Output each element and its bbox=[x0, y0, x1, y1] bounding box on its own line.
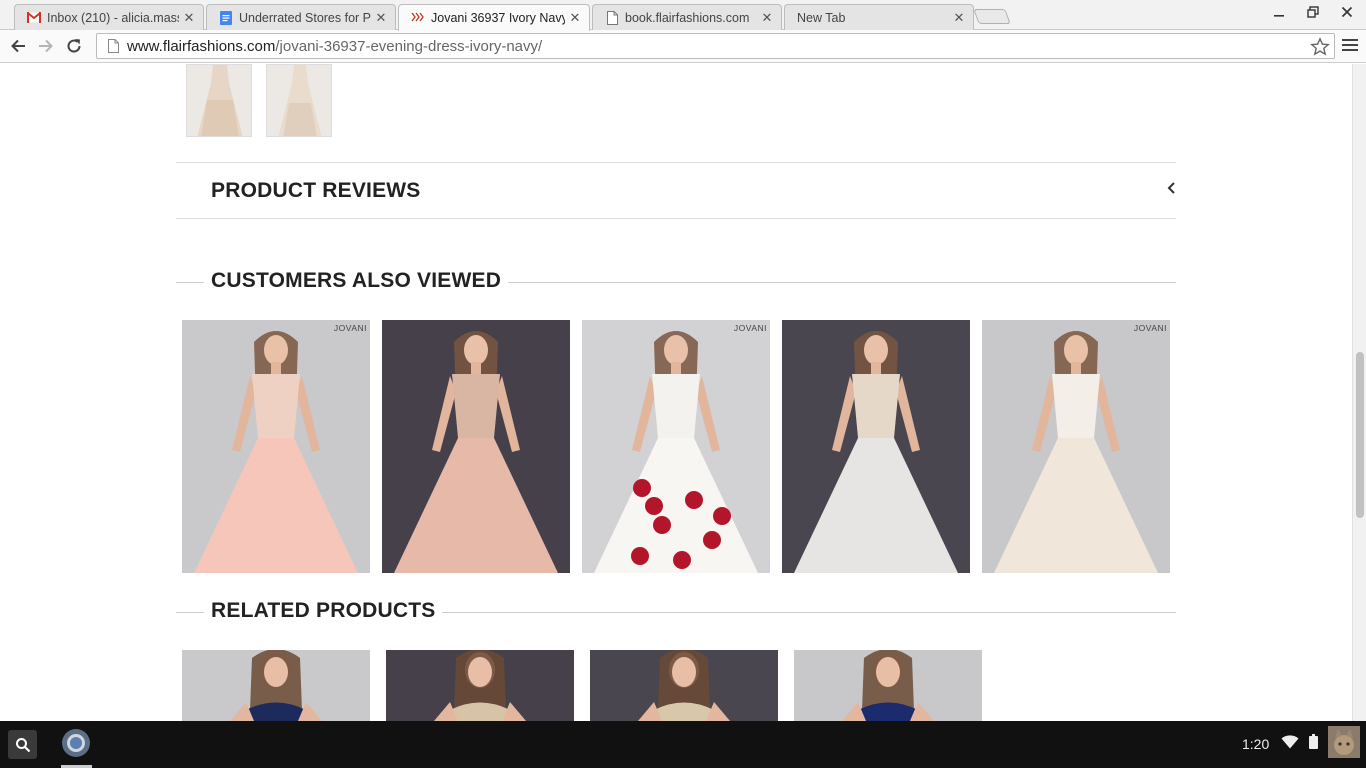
tab-title: book.flairfashions.com bbox=[625, 10, 750, 25]
close-icon[interactable]: ✕ bbox=[761, 10, 773, 26]
tab-gmail[interactable]: Inbox (210) - alicia.mass ✕ bbox=[14, 4, 204, 30]
product-card[interactable] bbox=[782, 320, 970, 573]
page-icon bbox=[105, 38, 121, 54]
url-text: www.flairfashions.com/jovani-36937-eveni… bbox=[127, 38, 542, 55]
back-arrow-icon bbox=[11, 39, 25, 53]
brand-label: JOVANI bbox=[1133, 323, 1167, 333]
clock: 1:20 bbox=[1242, 736, 1270, 752]
wifi-icon bbox=[1281, 734, 1299, 754]
battery-icon bbox=[1309, 734, 1319, 754]
section-title: RELATED PRODUCTS bbox=[204, 599, 443, 623]
reload-icon bbox=[67, 39, 81, 53]
brand-label: JOVANI bbox=[333, 323, 367, 333]
related-product-card[interactable] bbox=[386, 650, 574, 721]
status-tray[interactable]: 1:20 bbox=[1234, 725, 1366, 763]
section-title: CUSTOMERS ALSO VIEWED bbox=[204, 269, 509, 293]
launcher-button[interactable] bbox=[8, 730, 37, 759]
tab-title: New Tab bbox=[797, 10, 846, 25]
chrome-icon[interactable] bbox=[60, 727, 92, 759]
star-icon[interactable] bbox=[1310, 37, 1330, 57]
page-scrollbar[interactable] bbox=[1352, 64, 1366, 721]
docs-icon bbox=[219, 10, 233, 25]
product-card[interactable] bbox=[382, 320, 570, 573]
web-page: PRODUCT REVIEWS CUSTOMERS ALSO VIEWED JO… bbox=[0, 64, 1352, 721]
tab-book[interactable]: book.flairfashions.com ✕ bbox=[592, 4, 782, 30]
reload-button[interactable] bbox=[62, 35, 86, 57]
browser-toolbar: www.flairfashions.com/jovani-36937-eveni… bbox=[0, 30, 1366, 63]
brand-label: JOVANI bbox=[733, 323, 767, 333]
scrollbar-thumb[interactable] bbox=[1356, 352, 1364, 518]
search-icon bbox=[15, 737, 30, 752]
system-shelf: 1:20 bbox=[0, 721, 1366, 768]
tab-title: Inbox (210) - alicia.mass bbox=[47, 10, 179, 25]
related-product-card[interactable] bbox=[794, 650, 982, 721]
maximize-button[interactable] bbox=[1298, 5, 1328, 21]
url-host: www.flairfashions.com bbox=[127, 37, 276, 55]
avatar[interactable] bbox=[1328, 725, 1361, 763]
tab-docs[interactable]: Underrated Stores for Pr ✕ bbox=[206, 4, 396, 30]
url-path: /jovani-36937-evening-dress-ivory-navy/ bbox=[275, 37, 543, 55]
related-products-header: RELATED PRODUCTS bbox=[176, 597, 1176, 627]
customers-also-viewed-header: CUSTOMERS ALSO VIEWED bbox=[176, 267, 1176, 297]
tab-title: Jovani 36937 Ivory Navy bbox=[431, 11, 565, 25]
back-button[interactable] bbox=[6, 35, 30, 57]
flair-icon bbox=[411, 11, 425, 25]
close-window-button[interactable] bbox=[1332, 5, 1362, 21]
product-card[interactable]: JOVANI bbox=[182, 320, 370, 573]
gmail-icon bbox=[27, 11, 41, 25]
new-tab-button[interactable] bbox=[973, 9, 1011, 24]
product-thumbnail[interactable] bbox=[266, 64, 332, 137]
close-icon[interactable]: ✕ bbox=[375, 10, 387, 26]
tab-newtab[interactable]: New Tab ✕ bbox=[784, 4, 974, 30]
product-card[interactable]: JOVANI bbox=[982, 320, 1170, 573]
related-product-card[interactable] bbox=[182, 650, 370, 721]
page-icon bbox=[605, 10, 619, 25]
product-thumbnail[interactable] bbox=[186, 64, 252, 137]
minimize-button[interactable] bbox=[1264, 5, 1294, 21]
product-reviews-title: PRODUCT REVIEWS bbox=[211, 179, 421, 202]
product-card[interactable]: JOVANI bbox=[582, 320, 770, 573]
related-product-card[interactable] bbox=[590, 650, 778, 721]
tab-title: Underrated Stores for Pr bbox=[239, 10, 371, 25]
product-reviews-accordion[interactable]: PRODUCT REVIEWS bbox=[176, 162, 1176, 219]
close-icon[interactable]: ✕ bbox=[953, 10, 965, 26]
tab-jovani[interactable]: Jovani 36937 Ivory Navy ✕ bbox=[398, 4, 590, 31]
address-bar[interactable]: www.flairfashions.com/jovani-36937-eveni… bbox=[96, 33, 1335, 59]
forward-arrow-icon bbox=[39, 39, 53, 53]
close-icon[interactable]: ✕ bbox=[183, 10, 195, 26]
forward-button[interactable] bbox=[34, 35, 58, 57]
chevron-left-icon[interactable] bbox=[1166, 181, 1176, 199]
close-icon[interactable]: ✕ bbox=[569, 10, 581, 26]
menu-icon[interactable] bbox=[1342, 38, 1360, 57]
tab-strip: Inbox (210) - alicia.mass ✕ Underrated S… bbox=[0, 0, 1366, 31]
